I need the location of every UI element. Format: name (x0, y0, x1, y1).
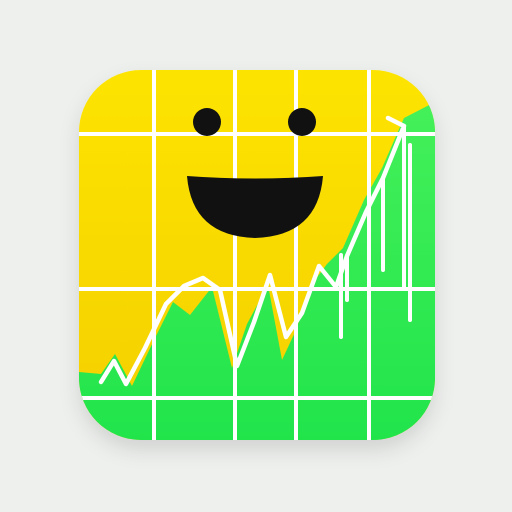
left-eye-icon (193, 108, 221, 136)
right-eye-icon (288, 108, 316, 136)
smiley-growth-chart-app-icon[interactable] (0, 0, 512, 512)
app-icon-stage (0, 0, 512, 512)
